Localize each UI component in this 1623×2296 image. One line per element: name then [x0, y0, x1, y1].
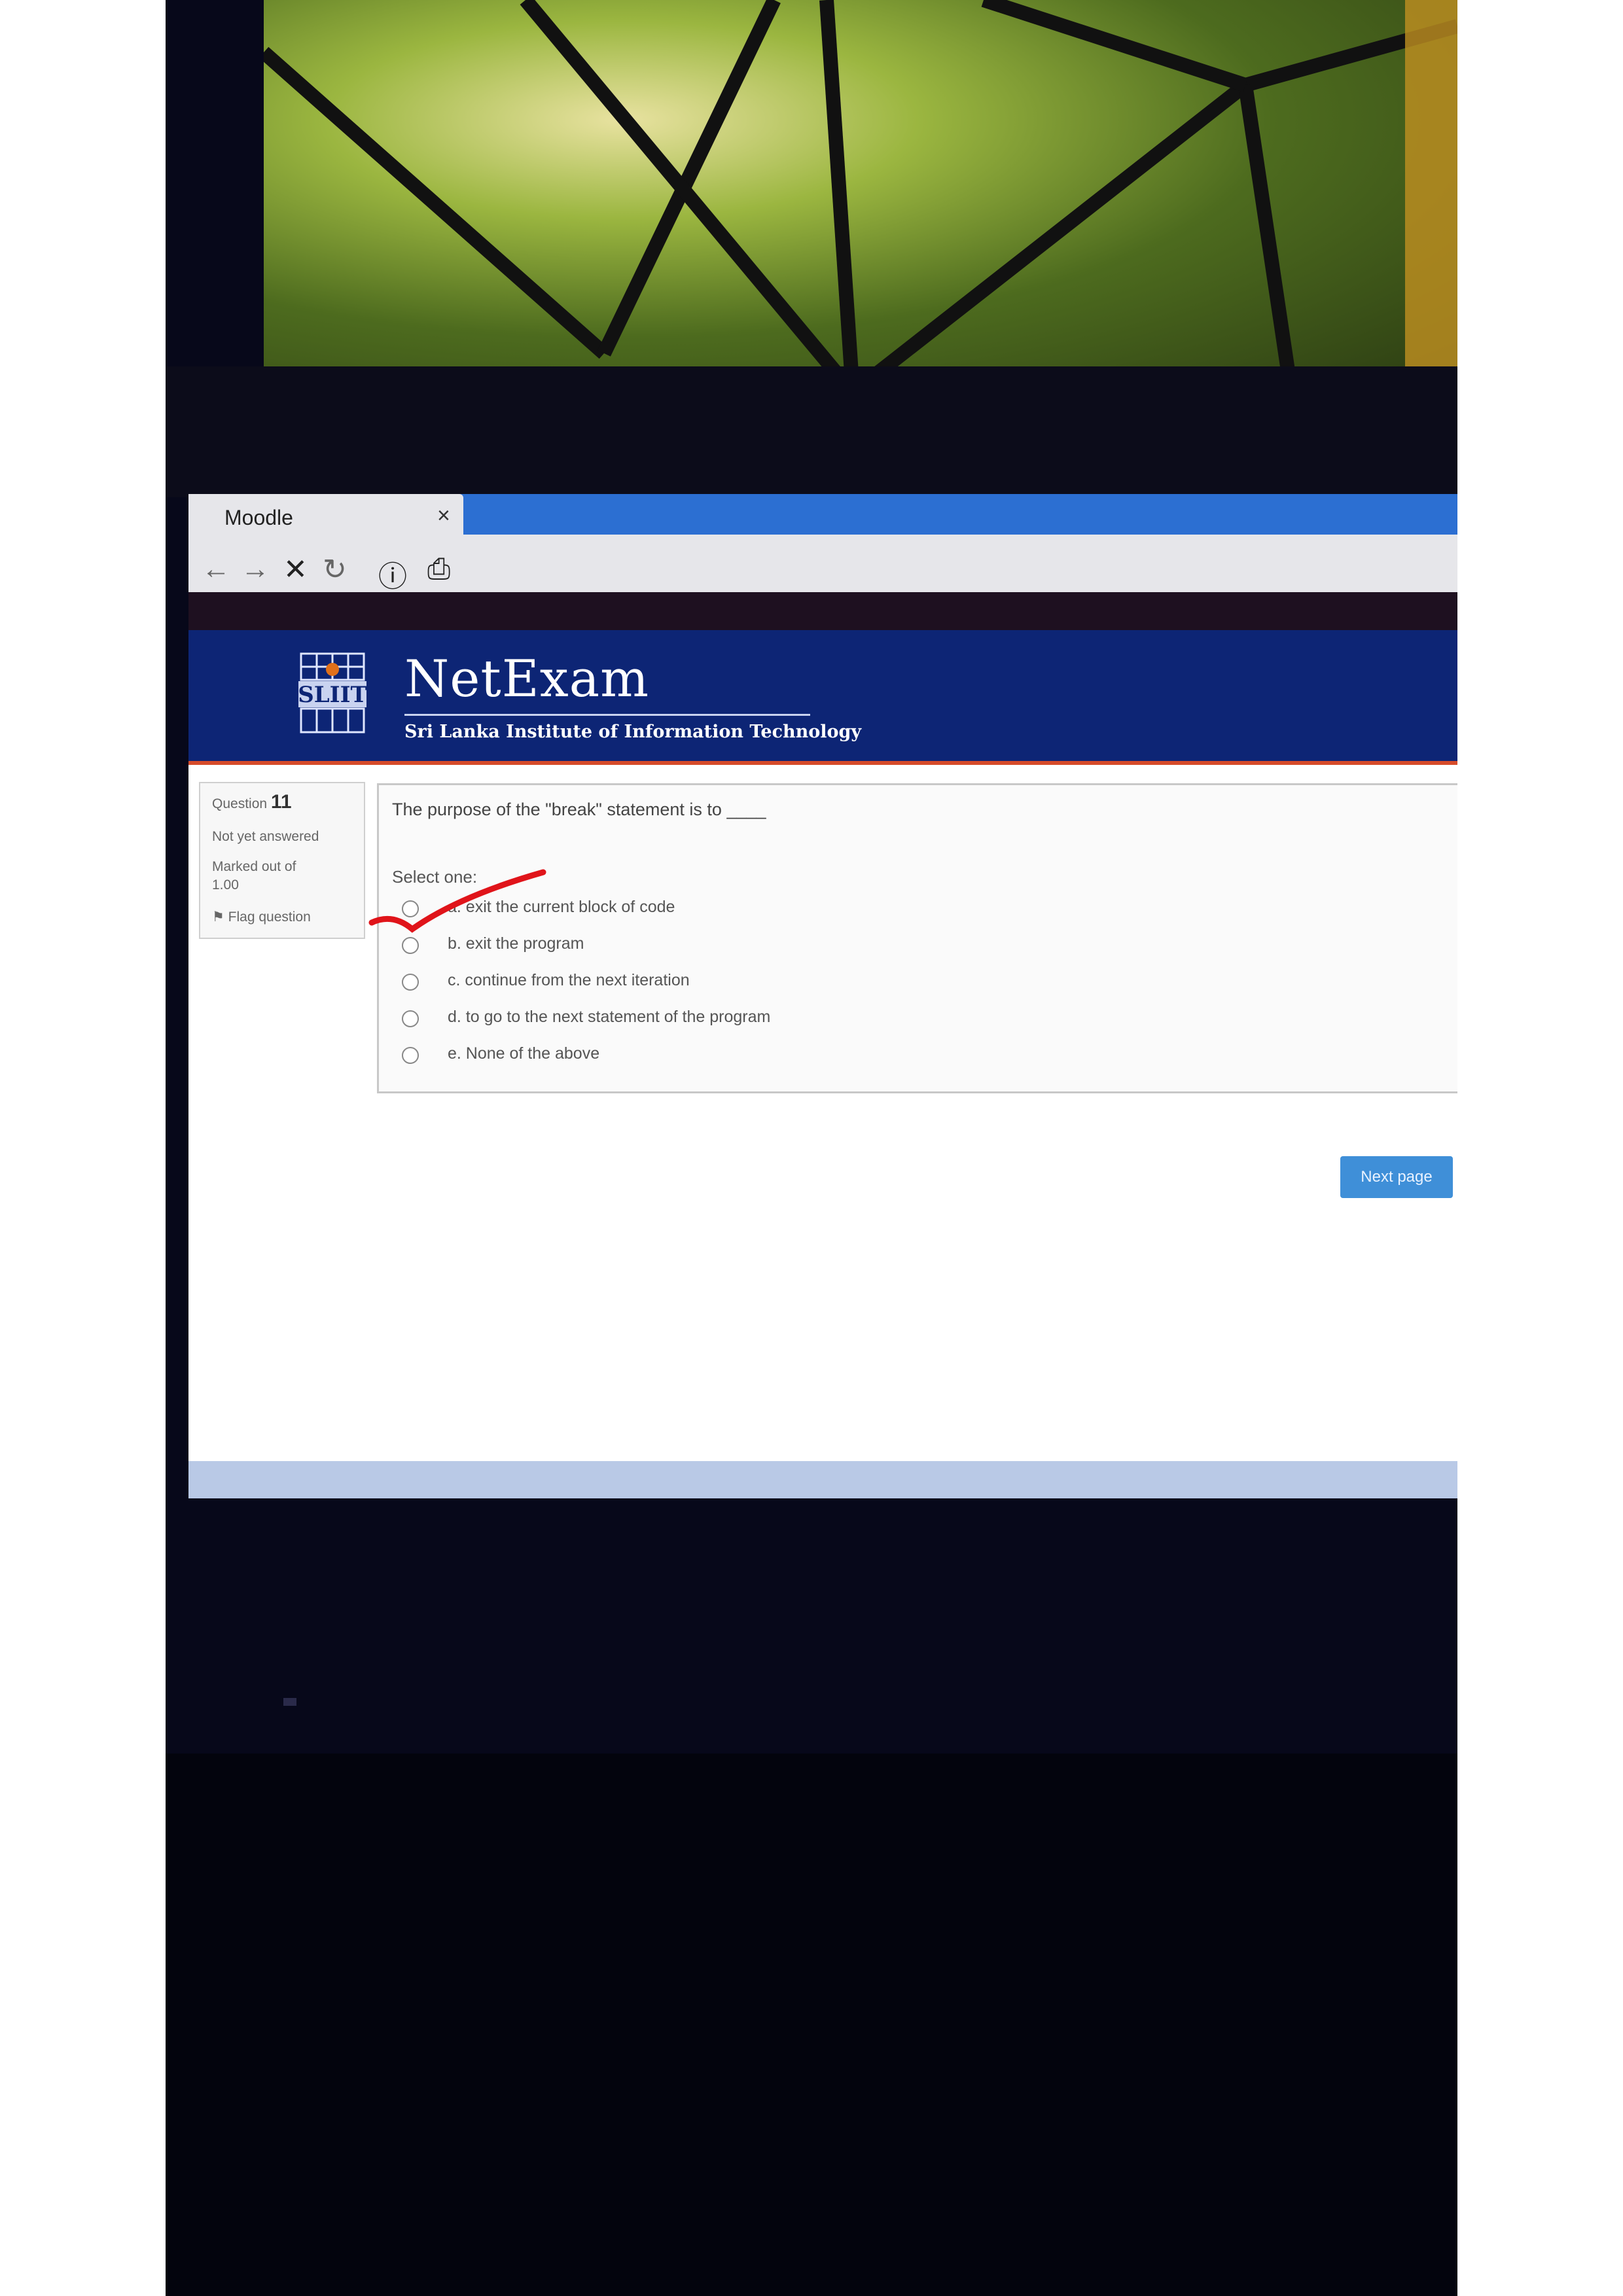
institute-name: Sri Lanka Institute of Information Techn…: [404, 722, 862, 742]
flag-question-label: Flag question: [228, 910, 311, 925]
brand-name: NetExam: [404, 650, 650, 709]
answer-status: Not yet answered: [212, 829, 319, 844]
info-icon[interactable]: ⓘ: [378, 553, 407, 595]
radio-button[interactable]: [402, 1047, 419, 1064]
svg-text:SLIIT: SLIIT: [298, 682, 366, 708]
power-indicator: [283, 1698, 296, 1706]
window-grille: [264, 0, 1457, 399]
flag-icon: ⚑: [212, 910, 224, 925]
screen-edge: [188, 1461, 1457, 1498]
page-icon[interactable]: ⎙: [427, 553, 450, 586]
keyboard-shadow: [166, 1754, 1457, 2296]
reload-icon[interactable]: ↻: [323, 553, 347, 586]
background-window: [264, 0, 1457, 399]
question-text: The purpose of the "break" statement is …: [392, 800, 766, 819]
option-label: a. exit the current block of code: [448, 898, 675, 916]
option-label: d. to go to the next statement of the pr…: [448, 1008, 771, 1026]
marked-out-of-label: Marked out of: [212, 859, 296, 874]
question-box: The purpose of the "break" statement is …: [377, 783, 1457, 1093]
netexam-header: SLIIT NetExam Sri Lanka Institute of Inf…: [188, 630, 1457, 765]
sliit-logo: SLIIT: [298, 651, 366, 735]
forward-arrow-icon[interactable]: →: [241, 553, 270, 586]
next-page-button[interactable]: Next page: [1340, 1156, 1453, 1198]
radio-button[interactable]: [402, 937, 419, 954]
radio-button[interactable]: [402, 900, 419, 917]
radio-button[interactable]: [402, 1010, 419, 1027]
option-label: e. None of the above: [448, 1044, 600, 1063]
browser-divider: [188, 592, 1457, 630]
marks-value: 1.00: [212, 877, 239, 892]
question-number-value: 11: [270, 791, 292, 813]
question-info-panel: Question 11 Not yet answered Marked out …: [199, 782, 365, 939]
back-arrow-icon[interactable]: ←: [202, 553, 230, 586]
monitor-screen: Moodle × ← → ✕ ↻ ⓘ ⎙ SLIIT NetExam Sri L…: [188, 494, 1457, 1498]
photo-frame: Moodle × ← → ✕ ↻ ⓘ ⎙ SLIIT NetExam Sri L…: [166, 0, 1457, 2296]
option-label: b. exit the program: [448, 934, 584, 953]
flag-question-link[interactable]: ⚑ Flag question: [212, 909, 311, 925]
radio-button[interactable]: [402, 974, 419, 991]
select-one-label: Select one:: [392, 867, 478, 887]
question-number: Question 11: [212, 791, 292, 813]
monitor-bezel: [166, 366, 1457, 497]
close-tab-icon[interactable]: ×: [437, 503, 450, 529]
option-label: c. continue from the next iteration: [448, 971, 690, 989]
brand-underline: [404, 714, 810, 716]
tab-title: Moodle: [224, 506, 293, 529]
question-label: Question: [212, 796, 268, 811]
stop-icon[interactable]: ✕: [283, 553, 308, 586]
